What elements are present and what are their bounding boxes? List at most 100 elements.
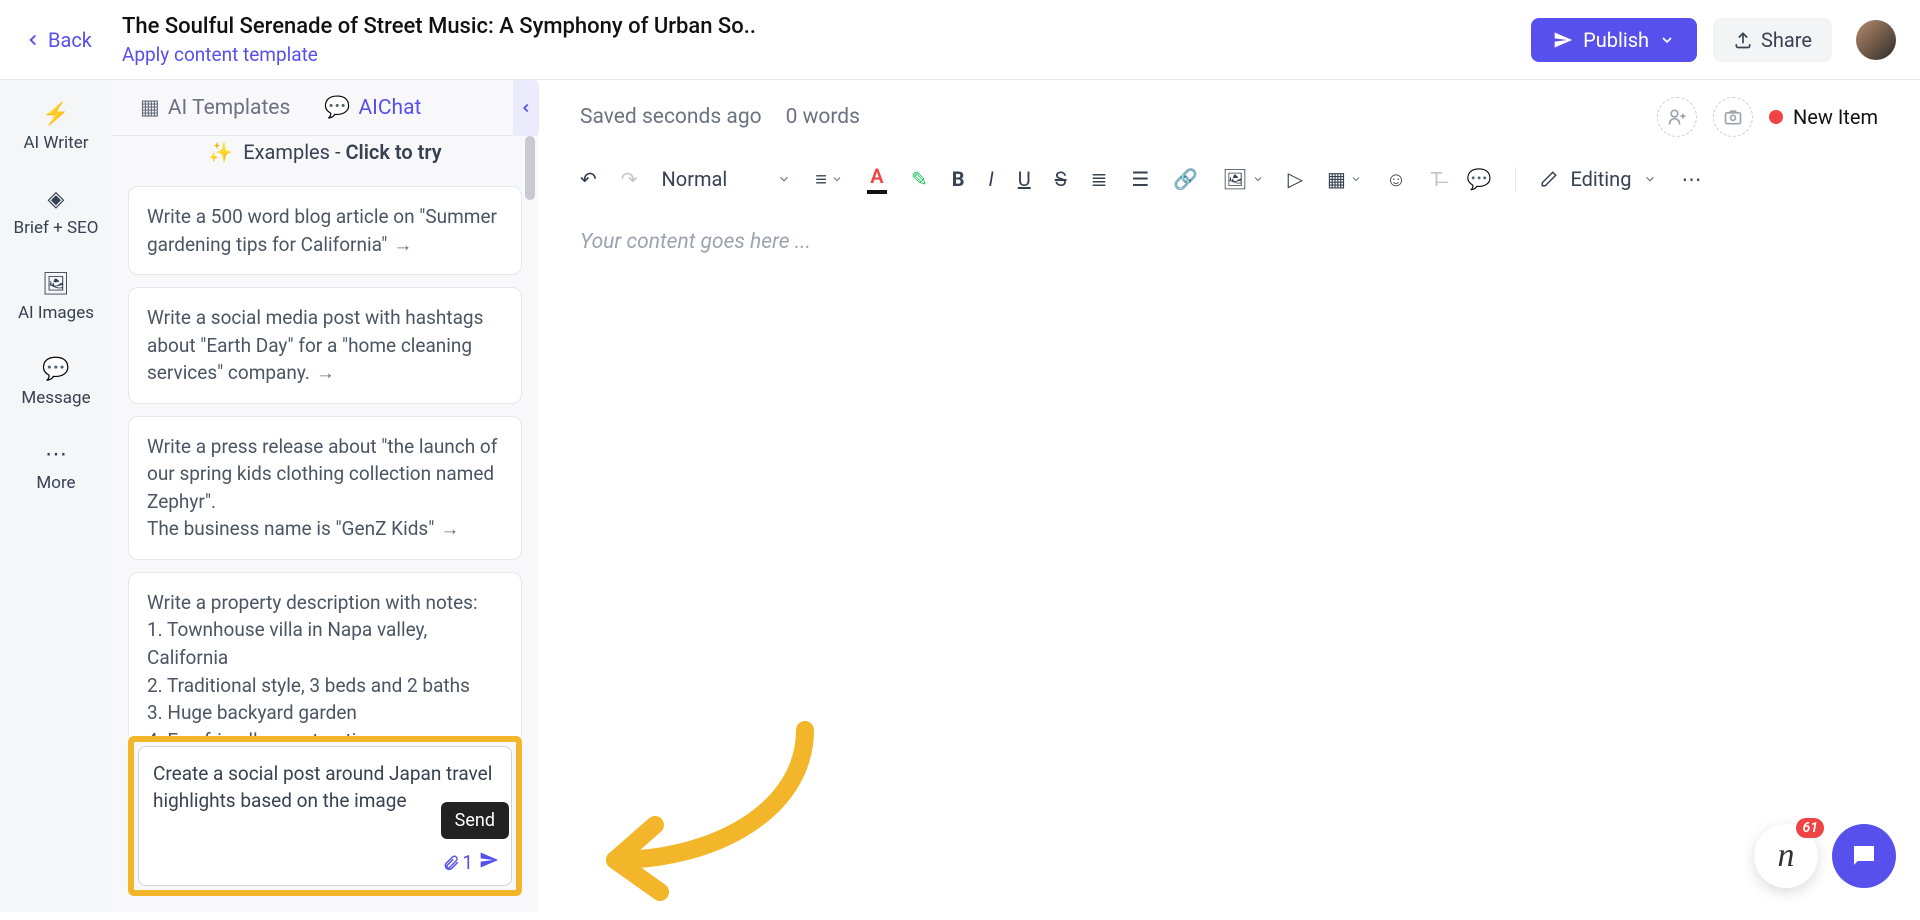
chevron-down-icon (831, 173, 843, 185)
top-bar: Back The Soulful Serenade of Street Musi… (0, 0, 1920, 80)
user-avatar[interactable] (1856, 20, 1896, 60)
message-icon: 💬 (42, 357, 69, 382)
user-plus-icon (1667, 107, 1687, 127)
rail-more[interactable]: ⋯ More (36, 442, 75, 493)
tab-chat-label: AIChat (358, 96, 421, 120)
status-row: Saved seconds ago 0 words (580, 105, 1657, 129)
arrow-right-icon: → (440, 517, 459, 540)
bold-button[interactable]: B (952, 167, 965, 191)
example-card[interactable]: Write a 500 word blog article on "Summer… (128, 186, 522, 275)
chat-bubble-icon (1849, 841, 1879, 871)
add-collaborator-button[interactable] (1657, 97, 1697, 137)
editing-mode-select[interactable]: Editing (1540, 167, 1657, 191)
editor-placeholder: Your content goes here ... (580, 230, 1878, 254)
video-button[interactable]: ▷ (1288, 167, 1303, 191)
chat-icon: 💬 (324, 96, 350, 120)
highlight-button[interactable]: ✎ (911, 167, 928, 191)
apply-template-link[interactable]: Apply content template (122, 43, 1531, 66)
rail-ai-images[interactable]: 🖼 AI Images (18, 272, 94, 323)
bolt-icon: ⚡ (42, 102, 69, 127)
chevron-left-icon (24, 31, 42, 49)
sparkle-icon: ✨ (208, 140, 233, 164)
rail-brief-seo-label: Brief + SEO (14, 218, 99, 238)
example-text: Write a property description with notes:… (147, 591, 478, 736)
chevron-down-icon (1252, 173, 1264, 185)
new-item[interactable]: New Item (1769, 105, 1878, 129)
examples-header-text: Examples - (243, 140, 345, 164)
pencil-icon (1540, 170, 1558, 188)
share-label: Share (1761, 28, 1812, 52)
share-button[interactable]: Share (1713, 18, 1832, 62)
examples-header-try: Click to try (345, 140, 441, 164)
examples-list: ✨ Examples - Click to try Write a 500 wo… (112, 136, 538, 736)
example-card[interactable]: Write a property description with notes:… (128, 572, 522, 736)
strikethrough-button[interactable]: S (1055, 167, 1067, 191)
chat-input-actions: 1 (442, 850, 499, 875)
rail-ai-images-label: AI Images (18, 303, 94, 323)
send-tooltip: Send (441, 802, 509, 839)
undo-button[interactable]: ↶ (580, 167, 597, 191)
example-card[interactable]: Write a press release about "the launch … (128, 416, 522, 560)
arrow-right-icon: → (393, 233, 412, 256)
saved-status: Saved seconds ago (580, 105, 762, 129)
chevron-down-icon (1643, 172, 1657, 186)
top-actions: Publish Share (1531, 18, 1896, 62)
send-button[interactable] (479, 850, 499, 875)
link-button[interactable]: 🔗 (1173, 167, 1198, 191)
attachment-button[interactable]: 1 (442, 851, 473, 874)
paragraph-style-select[interactable]: Normal (662, 167, 792, 191)
chat-input-box[interactable]: Create a social post around Japan travel… (138, 746, 512, 886)
rail-message-label: Message (21, 388, 90, 408)
back-button[interactable]: Back (24, 28, 92, 52)
side-tabs: ▦ AI Templates 💬 AIChat (112, 80, 538, 136)
example-card[interactable]: Write a social media post with hashtags … (128, 287, 522, 404)
chevron-left-icon (519, 101, 533, 115)
paperclip-icon (442, 854, 460, 872)
emoji-button[interactable]: ☺ (1386, 167, 1406, 192)
status-dot-icon (1769, 110, 1783, 124)
editor-body[interactable]: Your content goes here ... (538, 204, 1920, 280)
back-label: Back (48, 28, 92, 52)
toolbar-separator (1515, 167, 1516, 191)
send-icon (479, 850, 499, 870)
more-toolbar-button[interactable]: ⋯ (1681, 167, 1701, 191)
title-block: The Soulful Serenade of Street Music: A … (122, 14, 1531, 66)
document-title: The Soulful Serenade of Street Music: A … (122, 14, 1531, 39)
new-item-label: New Item (1793, 105, 1878, 129)
numbered-list-button[interactable]: ☰ (1131, 167, 1149, 191)
tab-ai-templates[interactable]: ▦ AI Templates (140, 95, 290, 120)
upload-icon (1733, 30, 1753, 50)
image-icon: 🖼 (42, 272, 70, 297)
paragraph-style-label: Normal (662, 167, 728, 191)
rail-brief-seo[interactable]: ◈ Brief + SEO (14, 187, 99, 238)
target-icon: ◈ (48, 187, 65, 212)
help-widget[interactable]: n 61 (1754, 824, 1818, 888)
support-chat-fab[interactable] (1832, 824, 1896, 888)
camera-icon (1723, 107, 1743, 127)
chevron-down-icon (777, 172, 791, 186)
arrow-right-icon: → (316, 361, 335, 384)
rail-ai-writer[interactable]: ⚡ AI Writer (23, 102, 88, 153)
rail-message[interactable]: 💬 Message (21, 357, 90, 408)
underline-button[interactable]: U (1018, 167, 1031, 191)
align-button[interactable]: ≡ (815, 167, 843, 192)
text-color-button[interactable]: A (867, 164, 887, 194)
publish-button[interactable]: Publish (1531, 18, 1697, 62)
comment-button[interactable]: 💬 (1467, 167, 1492, 191)
annotation-highlight: Create a social post around Japan travel… (128, 736, 522, 896)
image-insert-button[interactable]: 🖼 (1222, 167, 1263, 191)
scrollbar-thumb[interactable] (525, 136, 535, 200)
clear-format-button[interactable]: T̶ (1430, 167, 1442, 192)
send-icon (1553, 30, 1573, 50)
side-panel: ▦ AI Templates 💬 AIChat ✨ Examples - Cli… (112, 80, 538, 912)
table-button[interactable]: ▦ (1327, 167, 1362, 191)
redo-button[interactable]: ↷ (621, 167, 638, 191)
chat-input-area: Create a social post around Japan travel… (112, 736, 538, 912)
tab-ai-chat[interactable]: 💬 AIChat (324, 96, 421, 120)
example-text: Write a 500 word blog article on "Summer… (147, 205, 497, 256)
bullet-list-button[interactable]: ≣ (1091, 167, 1108, 191)
tab-templates-label: AI Templates (168, 96, 290, 120)
italic-button[interactable]: I (988, 167, 993, 191)
collapse-panel-button[interactable] (513, 80, 539, 136)
media-button[interactable] (1713, 97, 1753, 137)
